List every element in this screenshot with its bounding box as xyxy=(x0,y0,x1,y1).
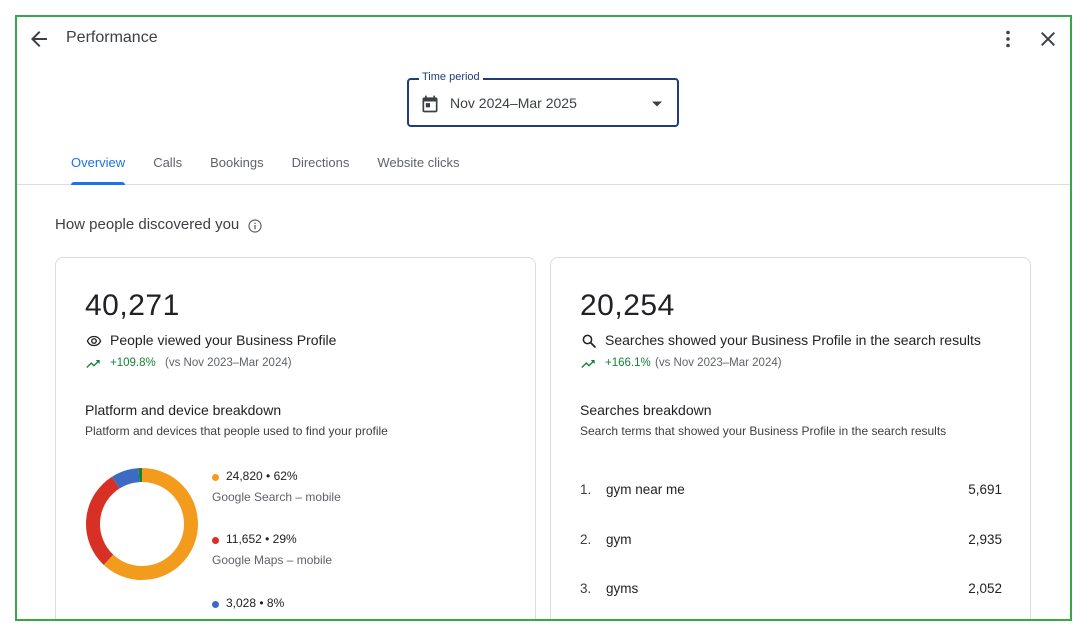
search-term-row: 3. gyms 2,052 xyxy=(580,581,1002,601)
search-term-count: 2,935 xyxy=(968,532,1002,547)
searches-breakdown-title: Searches breakdown xyxy=(580,402,712,418)
legend-name: Google Search – mobile xyxy=(212,490,341,504)
tab-directions[interactable]: Directions xyxy=(278,155,364,185)
platform-breakdown-desc: Platform and devices that people used to… xyxy=(85,424,388,438)
donut-segment-third xyxy=(111,468,140,489)
profile-views-card: 40,271 People viewed your Business Profi… xyxy=(55,257,536,619)
section-title: How people discovered you xyxy=(55,216,240,233)
legend-dot xyxy=(212,474,219,481)
search-icon xyxy=(582,334,596,348)
tab-bookings[interactable]: Bookings xyxy=(196,155,277,185)
info-icon[interactable] xyxy=(247,218,263,234)
legend-name: Google Maps – mobile xyxy=(212,553,333,567)
searches-change: +166.1% xyxy=(605,357,651,369)
searches-count: 20,254 xyxy=(580,289,675,322)
trending-up-icon xyxy=(581,360,595,368)
legend-dot xyxy=(212,601,219,608)
search-term-text: gym xyxy=(606,532,632,547)
search-term-rank: 1. xyxy=(580,482,592,497)
profile-views-label: People viewed your Business Profile xyxy=(110,332,337,348)
searches-comparison: (vs Nov 2023–Mar 2024) xyxy=(655,357,782,369)
platform-breakdown-title: Platform and device breakdown xyxy=(85,402,282,418)
donut-segment-maps-mobile xyxy=(86,476,120,565)
profile-views-change: +109.8% xyxy=(110,357,156,369)
tab-website-clicks[interactable]: Website clicks xyxy=(363,155,473,185)
search-term-rank: 3. xyxy=(580,581,592,596)
back-arrow-icon[interactable] xyxy=(27,27,51,51)
profile-views-count: 40,271 xyxy=(85,289,180,322)
tab-overview[interactable]: Overview xyxy=(57,155,139,185)
trending-up-icon xyxy=(86,360,100,368)
legend-value: 24,820 • 62% xyxy=(226,469,298,483)
platform-donut-chart xyxy=(86,468,198,580)
profile-views-comparison: (vs Nov 2023–Mar 2024) xyxy=(165,357,292,369)
search-term-row: 1. gym near me 5,691 xyxy=(580,482,1002,502)
tab-calls[interactable]: Calls xyxy=(139,155,196,185)
search-term-text: gyms xyxy=(606,581,639,596)
page-title: Performance xyxy=(66,29,158,46)
calendar-icon xyxy=(422,95,438,113)
legend-value: 3,028 • 8% xyxy=(226,596,285,610)
performance-dialog: Performance Time period Nov 2024–Mar 202… xyxy=(15,15,1072,621)
search-term-count: 5,691 xyxy=(968,482,1002,497)
searches-label: Searches showed your Business Profile in… xyxy=(605,332,981,348)
legend-value: 11,652 • 29% xyxy=(226,532,297,546)
time-period-value: Nov 2024–Mar 2025 xyxy=(450,95,577,111)
chevron-down-icon xyxy=(652,101,662,107)
eye-icon xyxy=(86,335,102,347)
tab-bar: Overview Calls Bookings Directions Websi… xyxy=(57,155,474,185)
search-term-row: 2. gym 2,935 xyxy=(580,532,1002,552)
search-term-rank: 2. xyxy=(580,532,592,547)
donut-segment-search-mobile xyxy=(103,468,198,580)
close-icon[interactable] xyxy=(1036,27,1060,51)
searches-breakdown-desc: Search terms that showed your Business P… xyxy=(580,424,947,438)
more-vert-icon[interactable] xyxy=(996,27,1020,51)
searches-card: 20,254 Searches showed your Business Pro… xyxy=(550,257,1031,619)
header: Performance Time period Nov 2024–Mar 202… xyxy=(17,17,1070,185)
legend-dot xyxy=(212,537,219,544)
search-term-count: 2,052 xyxy=(968,581,1002,596)
time-period-label: Time period xyxy=(419,71,483,83)
time-period-select[interactable]: Time period Nov 2024–Mar 2025 xyxy=(407,71,679,127)
search-term-text: gym near me xyxy=(606,482,685,497)
